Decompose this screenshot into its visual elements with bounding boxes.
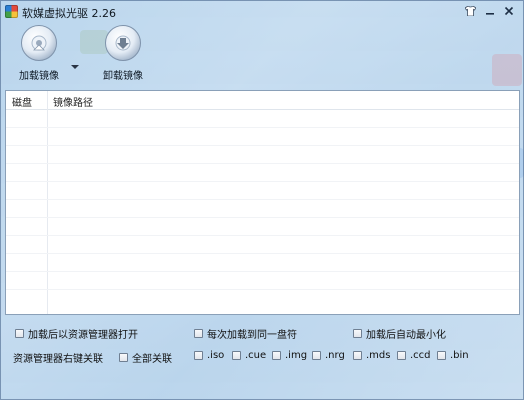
checkbox-same-drive-letter[interactable]: [194, 329, 203, 338]
label-ext-mds: .mds: [366, 350, 391, 361]
option-ext-iso[interactable]: .iso: [194, 350, 224, 361]
close-icon: [504, 6, 514, 16]
row-separator: [6, 271, 519, 272]
title-bar[interactable]: 软媒虚拟光驱 2.26: [1, 1, 523, 23]
row-separator: [6, 235, 519, 236]
skin-button[interactable]: [462, 3, 479, 18]
label-associate-all: 全部关联: [132, 354, 172, 365]
option-ext-mds[interactable]: .mds: [353, 350, 390, 361]
drive-list[interactable]: 磁盘 镜像路径: [5, 90, 520, 315]
row-separator: [6, 289, 519, 290]
option-ext-nrg[interactable]: .nrg: [312, 350, 345, 361]
options-panel: 加载后以资源管理器打开 每次加载到同一盘符 加载后自动最小化 资源管理器右键关联…: [1, 319, 523, 399]
mount-dropdown-arrow[interactable]: [71, 65, 79, 69]
checkbox-ext-nrg[interactable]: [312, 351, 321, 360]
label-ext-iso: .iso: [207, 350, 225, 361]
row-separator: [6, 145, 519, 146]
row-separator: [6, 253, 519, 254]
shirt-icon: [465, 5, 476, 16]
toolbar: 加载镜像 卸载镜像: [1, 23, 523, 89]
checkbox-ext-ccd[interactable]: [397, 351, 406, 360]
label-ext-ccd: .ccd: [410, 350, 431, 361]
list-header: 磁盘 镜像路径: [6, 91, 519, 110]
context-menu-label: 资源管理器右键关联: [13, 354, 103, 365]
unmount-image-button[interactable]: 卸载镜像: [88, 23, 158, 85]
option-auto-minimize[interactable]: 加载后自动最小化: [353, 326, 446, 341]
checkbox-ext-bin[interactable]: [437, 351, 446, 360]
disc-unmount-icon: [105, 25, 141, 61]
checkbox-open-after-mount[interactable]: [15, 329, 24, 338]
column-header-image-path[interactable]: 镜像路径: [53, 94, 93, 109]
row-separator: [6, 217, 519, 218]
minimize-icon: [485, 6, 495, 16]
label-ext-cue: .cue: [245, 350, 267, 361]
option-same-drive-letter[interactable]: 每次加载到同一盘符: [194, 326, 297, 341]
option-ext-bin[interactable]: .bin: [437, 350, 469, 361]
label-ext-nrg: .nrg: [325, 350, 345, 361]
checkbox-ext-iso[interactable]: [194, 351, 203, 360]
close-button[interactable]: [500, 3, 517, 18]
option-open-after-mount[interactable]: 加载后以资源管理器打开: [15, 326, 138, 341]
window-title: 软媒虚拟光驱 2.26: [22, 7, 116, 20]
label-ext-bin: .bin: [450, 350, 469, 361]
row-separator: [6, 181, 519, 182]
checkbox-ext-cue[interactable]: [232, 351, 241, 360]
checkbox-auto-minimize[interactable]: [353, 329, 362, 338]
row-separator: [6, 163, 519, 164]
minimize-button[interactable]: [481, 3, 498, 18]
label-ext-img: .img: [285, 350, 308, 361]
option-ext-img[interactable]: .img: [272, 350, 307, 361]
checkbox-associate-all[interactable]: [119, 353, 128, 362]
option-ext-cue[interactable]: .cue: [232, 350, 266, 361]
app-window: 软媒虚拟光驱 2.26 加载镜像 卸载镜像 磁盘 镜像路径 加载后以资源管理器打…: [0, 0, 524, 400]
row-separator: [6, 127, 519, 128]
label-auto-minimize: 加载后自动最小化: [366, 330, 446, 341]
option-associate-all[interactable]: 全部关联: [119, 350, 172, 365]
row-separator: [6, 199, 519, 200]
app-logo-icon: [5, 5, 18, 18]
mount-label: 加载镜像: [19, 71, 59, 82]
checkbox-ext-mds[interactable]: [353, 351, 362, 360]
column-header-drive[interactable]: 磁盘: [12, 94, 32, 109]
label-same-drive-letter: 每次加载到同一盘符: [207, 330, 297, 341]
mount-image-button[interactable]: 加载镜像: [4, 23, 74, 85]
column-divider[interactable]: [47, 91, 48, 314]
label-open-after-mount: 加载后以资源管理器打开: [28, 330, 138, 341]
checkbox-ext-img[interactable]: [272, 351, 281, 360]
option-ext-ccd[interactable]: .ccd: [397, 350, 431, 361]
unmount-label: 卸载镜像: [103, 71, 143, 82]
disc-mount-icon: [21, 25, 57, 61]
